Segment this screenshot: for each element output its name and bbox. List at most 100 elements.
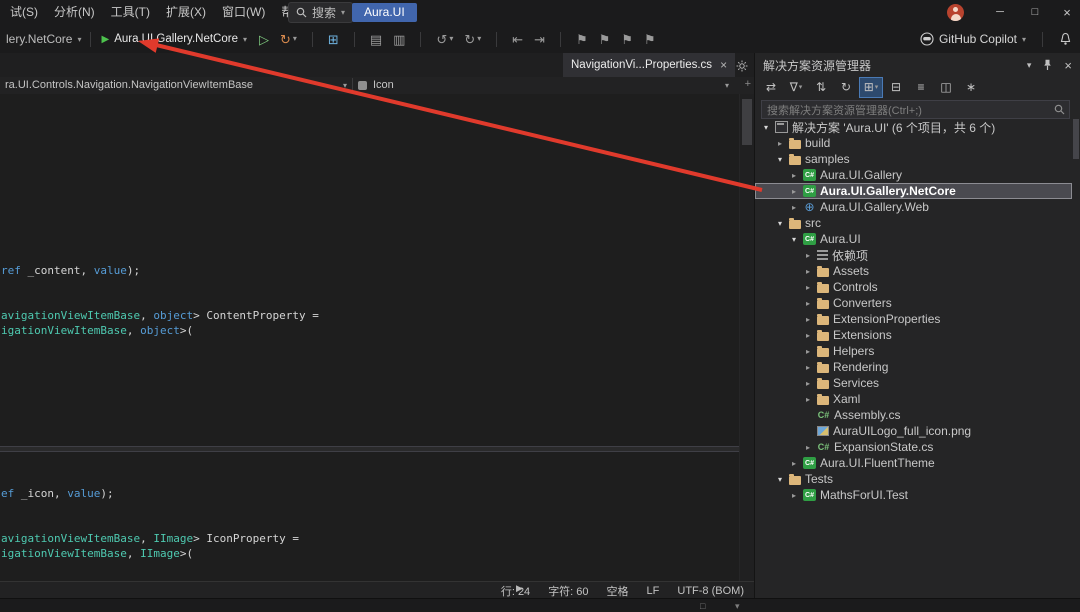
tree-item-aura-ui[interactable]: ▾C#Aura.UI — [755, 231, 1072, 247]
gear-icon[interactable] — [736, 59, 748, 77]
tree-item-aura-ui-gallery-web[interactable]: ▸⊕Aura.UI.Gallery.Web — [755, 199, 1072, 215]
tree-item-tests[interactable]: ▾Tests — [755, 471, 1072, 487]
editor-scrollbar-thumb[interactable] — [742, 99, 752, 145]
maximize-button[interactable]: □ — [1020, 0, 1050, 25]
chevron-collapsed-icon[interactable]: ▸ — [803, 395, 813, 404]
tree-item-aura-ui-fluenttheme[interactable]: ▸C#Aura.UI.FluentTheme — [755, 455, 1072, 471]
member-dropdown[interactable]: Icon ▾ — [353, 77, 734, 93]
tree-item-aura-ui-gallery[interactable]: ▸C#Aura.UI.Gallery — [755, 167, 1072, 183]
tree-item-services[interactable]: ▸Services — [755, 375, 1072, 391]
status-column[interactable]: 字符: 60 — [548, 583, 588, 599]
chevron-collapsed-icon[interactable]: ▸ — [775, 139, 785, 148]
tree-item-xaml[interactable]: ▸Xaml — [755, 391, 1072, 407]
tree-item-aurauilogo-full-icon-png[interactable]: AuraUILogo_full_icon.png — [755, 423, 1072, 439]
search-box[interactable]: 搜索 ▾ — [288, 2, 353, 23]
multi-launch-profile-icon[interactable]: ⊞ — [328, 33, 339, 46]
tree-scrollbar[interactable] — [1073, 119, 1079, 594]
tree-item-expansionstate-cs[interactable]: ▸C#ExpansionState.cs — [755, 439, 1072, 455]
chevron-collapsed-icon[interactable]: ▸ — [803, 347, 813, 356]
status-spaces[interactable]: 空格 — [607, 583, 629, 599]
minimize-button[interactable]: ─ — [985, 0, 1015, 25]
chevron-collapsed-icon[interactable]: ▸ — [803, 283, 813, 292]
preview-selected-icon[interactable]: ◫ — [935, 78, 957, 97]
menu-x[interactable]: 扩展(X) — [158, 0, 214, 25]
menu-w[interactable]: 窗口(W) — [214, 0, 273, 25]
chevron-down-icon[interactable]: ▾ — [1027, 60, 1032, 71]
chevron-down-icon[interactable]: ▾ — [735, 599, 740, 612]
tree-item-aura-ui-gallery-netcore[interactable]: ▸C#Aura.UI.Gallery.NetCore — [755, 183, 1072, 199]
tree-scrollbar-thumb[interactable] — [1073, 119, 1079, 159]
tree-item-mathsforui-test[interactable]: ▸C#MathsForUI.Test — [755, 487, 1072, 503]
tree-item-helpers[interactable]: ▸Helpers — [755, 343, 1072, 359]
nest-files-icon[interactable]: ⊞▾ — [860, 78, 882, 97]
menu-n[interactable]: 分析(N) — [46, 0, 103, 25]
chevron-collapsed-icon[interactable]: ▸ — [803, 331, 813, 340]
redo-icon[interactable]: ↻▾ — [464, 33, 481, 46]
pin-icon[interactable] — [1043, 59, 1052, 71]
chevron-collapsed-icon[interactable]: ▸ — [789, 459, 799, 468]
save-all-icon[interactable]: ▥ — [393, 33, 405, 46]
show-all-files-icon[interactable]: ∗ — [960, 78, 982, 97]
code-editor-bottom-pane[interactable]: ef _icon, value);avigationViewItemBase, … — [0, 452, 739, 581]
previous-bookmark-icon[interactable]: ⚑ — [599, 33, 611, 46]
solution-search-input[interactable]: 搜索解决方案资源管理器(Ctrl+;) — [761, 100, 1070, 119]
tree-item-assembly-cs[interactable]: C#Assembly.cs — [755, 407, 1072, 423]
clear-bookmarks-icon[interactable]: ⚑ — [644, 33, 656, 46]
chevron-collapsed-icon[interactable]: ▸ — [803, 299, 813, 308]
tree-item-extensions[interactable]: ▸Extensions — [755, 327, 1072, 343]
chevron-collapsed-icon[interactable]: ▸ — [803, 379, 813, 388]
chevron-collapsed-icon[interactable]: ▸ — [803, 267, 813, 276]
properties-icon[interactable]: ≡ — [910, 78, 932, 97]
tree-item-extensionproperties[interactable]: ▸ExtensionProperties — [755, 311, 1072, 327]
save-icon[interactable]: ▤ — [370, 33, 382, 46]
startup-project-combo[interactable]: lery.NetCore ▾ — [1, 32, 86, 46]
split-editor-icon[interactable]: + — [745, 78, 751, 90]
solution-badge[interactable]: Aura.UI — [352, 3, 417, 22]
tree-item-src[interactable]: ▾src — [755, 215, 1072, 231]
chevron-collapsed-icon[interactable]: ▸ — [803, 443, 813, 452]
menu-t[interactable]: 工具(T) — [103, 0, 158, 25]
tree-item-build[interactable]: ▸build — [755, 135, 1072, 151]
menu-s[interactable]: 试(S) — [2, 0, 46, 25]
github-copilot-button[interactable]: GitHub Copilot ▾ — [920, 32, 1026, 46]
tree-item-aura-ui-6-6[interactable]: ▾解决方案 'Aura.UI' (6 个项目，共 6 个) — [755, 119, 1072, 135]
close-icon[interactable]: × — [1064, 58, 1072, 73]
chevron-collapsed-icon[interactable]: ▸ — [789, 187, 799, 196]
tree-item-assets[interactable]: ▸Assets — [755, 263, 1072, 279]
chevron-collapsed-icon[interactable]: ▸ — [803, 363, 813, 372]
chevron-expanded-icon[interactable]: ▾ — [775, 219, 785, 228]
indent-increase-icon[interactable]: ⇥ — [534, 33, 545, 46]
chevron-expanded-icon[interactable]: ▾ — [789, 235, 799, 244]
close-icon[interactable]: × — [720, 58, 727, 72]
switch-views-icon[interactable]: ⇄ — [760, 78, 782, 97]
undo-icon[interactable]: ↺▾ — [436, 33, 453, 46]
tree-item-rendering[interactable]: ▸Rendering — [755, 359, 1072, 375]
chevron-expanded-icon[interactable]: ▾ — [761, 123, 771, 132]
type-dropdown[interactable]: ra.UI.Controls.Navigation.NavigationView… — [0, 77, 352, 93]
tree-item-controls[interactable]: ▸Controls — [755, 279, 1072, 295]
panel-toggle-icon[interactable]: □ — [700, 599, 705, 612]
collapse-all-icon[interactable]: ⊟ — [885, 78, 907, 97]
next-bookmark-icon[interactable]: ⚑ — [621, 33, 633, 46]
tree-item-converters[interactable]: ▸Converters — [755, 295, 1072, 311]
tree-item[interactable]: ▸依赖项 — [755, 247, 1072, 263]
status-line-ending[interactable]: LF — [647, 585, 660, 597]
start-debugging-button[interactable]: ▶ Aura.UI.Gallery.NetCore ▾ — [95, 33, 253, 45]
notifications-bell-icon[interactable] — [1059, 32, 1072, 46]
chevron-collapsed-icon[interactable]: ▸ — [789, 203, 799, 212]
chevron-collapsed-icon[interactable]: ▸ — [789, 491, 799, 500]
refresh-icon[interactable]: ↻ — [835, 78, 857, 97]
indent-decrease-icon[interactable]: ⇤ — [512, 33, 523, 46]
account-avatar[interactable] — [947, 4, 964, 21]
bookmark-icon[interactable]: ⚑ — [576, 33, 588, 46]
tab-navigationview-properties[interactable]: NavigationVi...Properties.cs × — [563, 53, 735, 77]
code-editor-top-pane[interactable]: ref _content, value);avigationViewItemBa… — [0, 94, 739, 446]
tree-item-samples[interactable]: ▾samples — [755, 151, 1072, 167]
chevron-collapsed-icon[interactable]: ▸ — [803, 251, 813, 260]
chevron-expanded-icon[interactable]: ▾ — [775, 475, 785, 484]
status-line[interactable]: 行: 24 — [501, 583, 530, 599]
hot-reload-icon[interactable]: ↻▾ — [280, 33, 297, 46]
start-without-debugging-icon[interactable]: ▷ — [259, 33, 269, 46]
sync-with-active-document-icon[interactable]: ⇅ — [810, 78, 832, 97]
chevron-collapsed-icon[interactable]: ▸ — [803, 315, 813, 324]
